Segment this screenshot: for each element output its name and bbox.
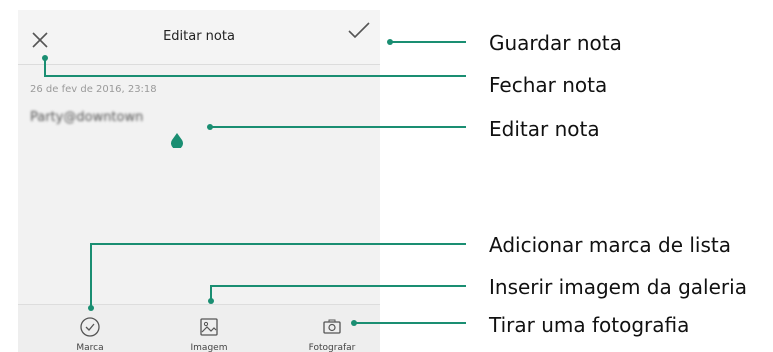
text-cursor-handle-icon[interactable]: [170, 132, 184, 150]
note-date: 26 de fev de 2016, 23:18: [30, 84, 157, 95]
imagem-button[interactable]: Imagem: [169, 305, 249, 352]
callout-line: [90, 243, 466, 245]
appbar-divider: [18, 64, 380, 65]
app-bar: Editar nota: [18, 10, 380, 64]
camera-icon: [323, 319, 341, 334]
check-icon[interactable]: [347, 20, 371, 40]
callout-line: [44, 75, 466, 77]
phone-screen: Editar nota 26 de fev de 2016, 23:18 Par…: [18, 10, 380, 352]
callout-adicionar-marca: Adicionar marca de lista: [489, 233, 732, 257]
callout-line: [354, 322, 466, 324]
callout-tirar-fotografia: Tirar uma fotografia: [489, 313, 690, 337]
callout-editar-nota: Editar nota: [489, 117, 600, 141]
fotografar-label: Fotografar: [308, 343, 356, 352]
callout-line: [210, 126, 466, 128]
marca-label: Marca: [76, 343, 104, 352]
callout-dot: [88, 305, 94, 311]
callout-line: [210, 285, 466, 287]
callout-line: [44, 58, 46, 76]
bottom-toolbar: Marca Imagem Fotografar: [18, 304, 380, 352]
callout-inserir-imagem: Inserir imagem da galeria: [489, 275, 747, 299]
fotografar-button[interactable]: Fotografar: [292, 305, 372, 352]
callout-line: [90, 243, 92, 308]
imagem-label: Imagem: [190, 343, 228, 352]
checklist-icon: [80, 317, 100, 337]
callout-fechar-nota: Fechar nota: [489, 73, 608, 97]
note-text-field[interactable]: Party@downtown: [30, 110, 143, 125]
callout-line: [390, 41, 466, 43]
callout-dot: [208, 298, 214, 304]
image-icon: [200, 318, 218, 336]
marca-button[interactable]: Marca: [50, 305, 130, 352]
page-title: Editar nota: [163, 29, 235, 44]
callout-guardar-nota: Guardar nota: [489, 31, 622, 55]
